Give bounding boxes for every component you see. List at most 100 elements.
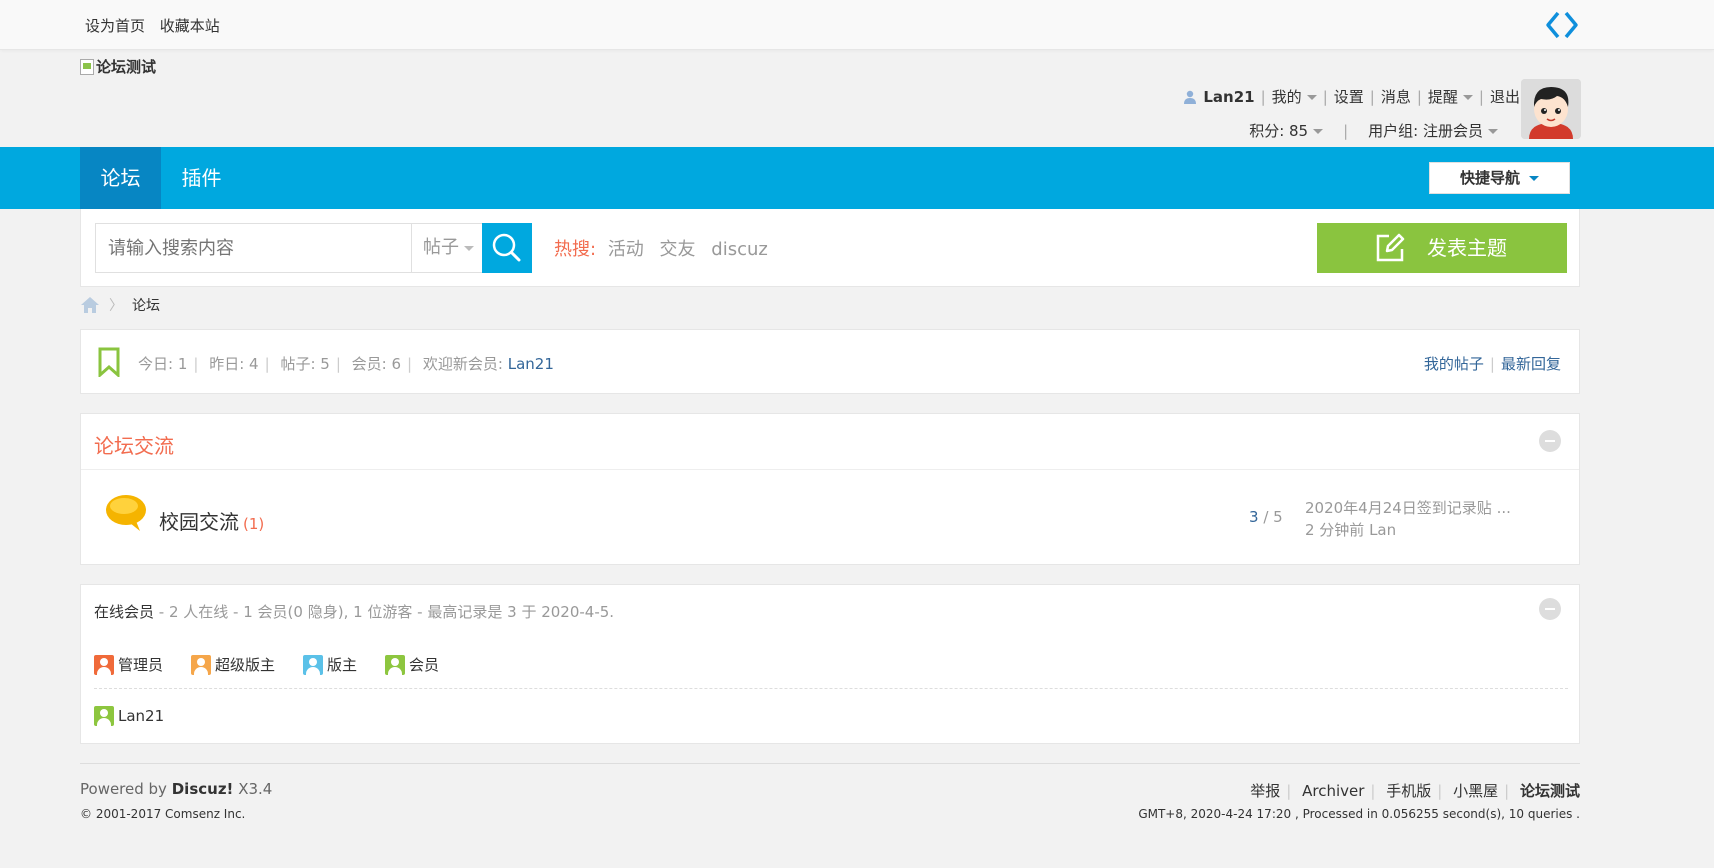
category-title[interactable]: 论坛交流 <box>94 430 174 459</box>
new-thread-button[interactable]: 发表主题 <box>1317 223 1567 273</box>
footer-links: 举报 | Archiver | 手机版 | 小黑屋 | 论坛测试 <box>1250 782 1580 800</box>
hot-search-label: 热搜: <box>554 239 597 260</box>
last-post-info: 2 分钟前 Lan <box>1305 521 1397 539</box>
footer-link-mobile[interactable]: 手机版 <box>1386 782 1431 800</box>
usergroup-menu[interactable]: 用户组: 注册会员 <box>1368 120 1498 141</box>
tab-plugins[interactable]: 插件 <box>161 147 242 209</box>
settings-link[interactable]: 设置 <box>1334 86 1364 107</box>
broken-image-icon <box>80 58 94 75</box>
discuz-link[interactable]: Discuz! <box>172 780 234 798</box>
avatar[interactable] <box>1521 79 1581 139</box>
home-icon[interactable] <box>80 296 100 314</box>
search-type-select[interactable]: 帖子 <box>411 223 483 273</box>
messages-link[interactable]: 消息 <box>1381 86 1411 107</box>
hot-word-link[interactable]: 交友 <box>660 239 696 260</box>
my-menu[interactable]: 我的 <box>1272 86 1317 107</box>
main-nav: 论坛 插件 快捷导航 <box>0 147 1714 209</box>
tab-forum[interactable]: 论坛 <box>80 147 161 209</box>
version: X3.4 <box>238 780 273 798</box>
reminders-label: 提醒 <box>1427 88 1458 106</box>
chevron-down-icon <box>1488 129 1498 134</box>
footer-link-blacklist[interactable]: 小黑屋 <box>1453 782 1498 800</box>
admin-user-icon <box>94 654 114 675</box>
separator: | <box>1416 87 1422 106</box>
legend-item: 超级版主 <box>191 654 275 675</box>
breadcrumb-current[interactable]: 论坛 <box>132 295 160 315</box>
my-posts-link[interactable]: 我的帖子 <box>1424 355 1484 373</box>
online-label[interactable]: 在线会员 <box>94 603 154 621</box>
credits-menu[interactable]: 积分: 85 <box>1249 120 1324 141</box>
chevron-down-icon <box>1529 176 1539 181</box>
moderator-user-icon <box>303 654 324 675</box>
credits-label: 积分: 85 <box>1249 122 1309 140</box>
member-legend: 管理员 超级版主 版主 会员 <box>94 654 467 675</box>
stat-posts: 帖子: 5 <box>280 355 330 373</box>
user-bar: Lan21 | 我的 | 设置 | 消息 | 提醒 | 退出 <box>1183 86 1520 107</box>
search-bar: 帖子 热搜: 活动 交友 discuz 发表主题 <box>80 209 1580 287</box>
collapse-icon[interactable] <box>1539 598 1561 620</box>
username-link[interactable]: Lan21 <box>1203 88 1254 106</box>
online-member-name: Lan21 <box>118 707 165 725</box>
processing-info: GMT+8, 2020-4-24 17:20 , Processed in 0.… <box>1138 807 1580 821</box>
stats-text: 今日: 1 | 昨日: 4 | 帖子: 5 | 会员: 6 | 欢迎新会员: Lan21 <box>138 355 554 373</box>
member-user-icon <box>94 706 114 726</box>
chevron-down-icon <box>464 245 474 251</box>
super-moderator-user-icon <box>191 654 212 675</box>
new-thread-label: 发表主题 <box>1427 236 1507 260</box>
logo-alt-text: 论坛测试 <box>96 58 157 76</box>
my-menu-label: 我的 <box>1271 88 1302 106</box>
separator: | <box>1369 87 1375 106</box>
forum-stats: 今日: 1 | 昨日: 4 | 帖子: 5 | 会员: 6 | 欢迎新会员: Lan21… <box>80 329 1580 394</box>
set-home-link[interactable]: 设为首页 <box>85 17 145 35</box>
site-logo[interactable]: 论坛测试 <box>80 56 156 77</box>
quick-nav-button[interactable]: 快捷导航 <box>1429 162 1570 194</box>
search-icon <box>492 233 521 262</box>
new-member-link[interactable]: Lan21 <box>508 355 554 373</box>
collapse-icon[interactable] <box>1539 430 1561 452</box>
user-icon <box>1184 90 1197 104</box>
legend-label: 管理员 <box>118 656 164 674</box>
online-member[interactable]: Lan21 <box>94 706 164 726</box>
reminders-menu[interactable]: 提醒 <box>1428 86 1473 107</box>
hot-word-link[interactable]: 活动 <box>608 239 644 260</box>
logout-link[interactable]: 退出 <box>1490 86 1520 107</box>
stats-links: 我的帖子 | 最新回复 <box>1423 355 1561 373</box>
bookmark-link[interactable]: 收藏本站 <box>160 17 220 35</box>
forum-category: 论坛交流 校园交流 (1) 3 / 5 2020年4月24日签到记录贴 ... 2… <box>80 413 1580 565</box>
bookmark-icon <box>98 347 120 377</box>
edit-icon <box>1376 233 1405 262</box>
search-button[interactable] <box>482 223 532 273</box>
member-user-icon <box>385 654 406 675</box>
hot-word-link[interactable]: discuz <box>711 239 768 260</box>
stat-yesterday: 昨日: 4 <box>209 355 259 373</box>
online-members: 在线会员 - 2 人在线 - 1 会员(0 隐身), 1 位游客 - 最高记录是… <box>80 584 1580 744</box>
top-links: 设为首页 收藏本站 <box>85 15 230 36</box>
forum-posts: 5 <box>1273 508 1283 526</box>
copyright: © 2001-2017 Comsenz Inc. <box>80 807 246 821</box>
footer-link-site[interactable]: 论坛测试 <box>1520 782 1580 800</box>
forum-name: 校园交流 <box>159 510 239 534</box>
legend-item: 会员 <box>385 654 439 675</box>
latest-replies-link[interactable]: 最新回复 <box>1501 355 1561 373</box>
forum-name-link[interactable]: 校园交流 (1) <box>159 506 264 535</box>
forum-threads-posts: 3 / 5 <box>1249 508 1283 526</box>
footer-divider <box>80 763 1580 764</box>
quick-nav-label: 快捷导航 <box>1459 169 1520 187</box>
legend-item: 版主 <box>303 654 357 675</box>
search-input[interactable] <box>95 223 411 273</box>
forum-row: 校园交流 (1) 3 / 5 2020年4月24日签到记录贴 ... 2 分钟前 … <box>81 470 1579 566</box>
legend-label: 会员 <box>409 656 440 674</box>
separator: | <box>1343 121 1349 140</box>
stat-members: 会员: 6 <box>351 355 402 373</box>
category-header: 论坛交流 <box>81 414 1579 470</box>
divider <box>94 688 1568 689</box>
last-post-title[interactable]: 2020年4月24日签到记录贴 ... <box>1305 497 1511 519</box>
footer-link-report[interactable]: 举报 <box>1250 782 1280 800</box>
user-credits-bar: 积分: 85 | 用户组: 注册会员 <box>1249 120 1498 141</box>
welcome-label: 欢迎新会员: <box>422 355 503 373</box>
forum-today-count: (1) <box>243 515 265 533</box>
usergroup-label: 用户组: 注册会员 <box>1368 122 1483 140</box>
code-brackets-icon[interactable] <box>1545 10 1579 40</box>
chevron-down-icon <box>1313 129 1324 134</box>
footer-link-archiver[interactable]: Archiver <box>1302 782 1364 800</box>
